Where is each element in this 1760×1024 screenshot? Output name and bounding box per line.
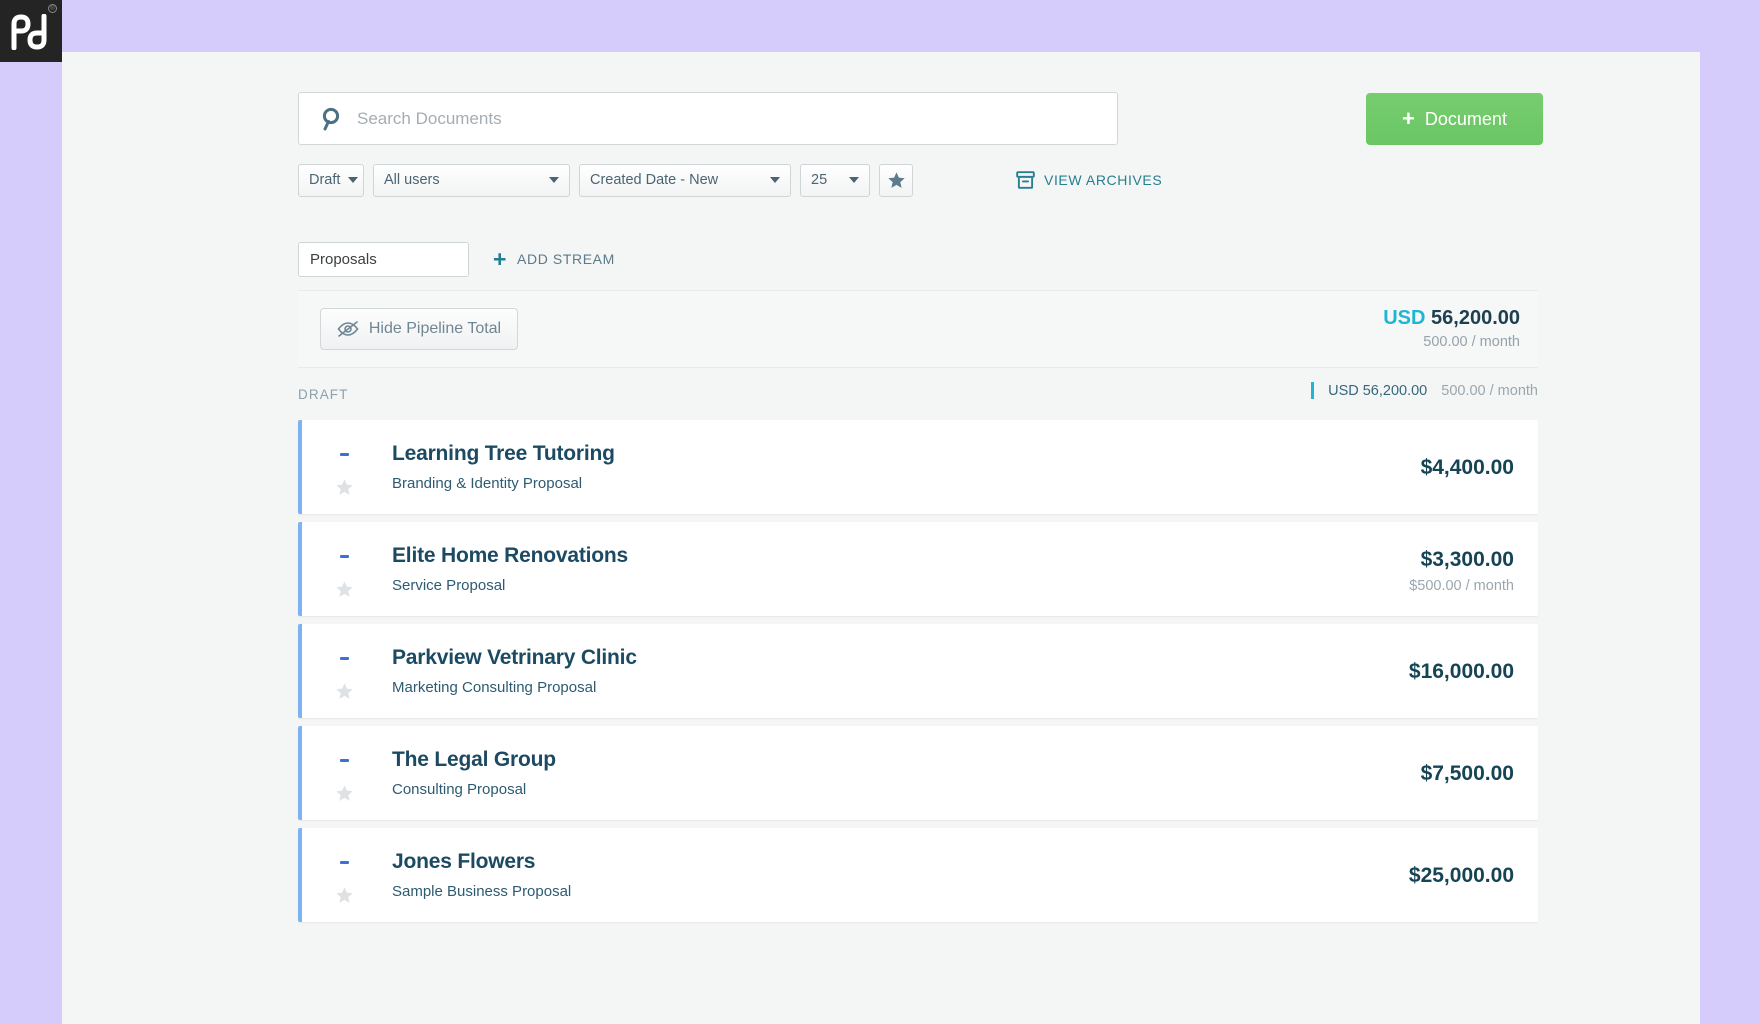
add-document-label: Document [1424, 108, 1507, 129]
main-canvas: + Document Draft All users Created Date … [62, 52, 1700, 1024]
hide-pipeline-total-label: Hide Pipeline Total [368, 320, 502, 337]
pipeline-total-amount: 56,200.00 [1431, 307, 1520, 329]
plus-icon: + [493, 245, 508, 272]
filter-row: Draft All users Created Date - New 25 VI… [298, 158, 1538, 202]
document-subtitle: Marketing Consulting Proposal [392, 679, 597, 696]
document-amount: $4,400.00 [1421, 456, 1514, 480]
section-header: DRAFT USD 56,200.00 500.00 / month [298, 368, 1538, 420]
document-price: $4,400.00 [1420, 456, 1514, 479]
content-column: + Document Draft All users Created Date … [298, 52, 1543, 934]
section-recurring: 500.00 / month [1441, 382, 1538, 399]
app-logo[interactable]: ® [0, 0, 62, 62]
document-title: Jones Flowers [392, 850, 536, 873]
section-totals: USD 56,200.00 500.00 / month [1311, 382, 1538, 399]
add-stream-label: ADD STREAM [517, 251, 615, 267]
document-amount: $25,000.00 [1409, 864, 1514, 888]
sort-value: Created Date - New [590, 172, 719, 188]
pipeline-panel: Hide Pipeline Total USD 56,200.00 500.00… [298, 290, 1538, 368]
sort-dropdown[interactable]: Created Date - New [579, 163, 791, 197]
document-info: Jones Flowers Sample Business Proposal [392, 850, 571, 900]
stream-name-input[interactable] [299, 242, 468, 276]
star-icon [887, 171, 905, 188]
favorite-star-icon[interactable] [335, 682, 354, 706]
document-row[interactable]: Parkview Vetrinary Clinic Marketing Consu… [298, 624, 1538, 718]
document-amount: $7,500.00 [1421, 762, 1514, 786]
document-title: Elite Home Renovations [392, 544, 628, 567]
status-indicator-icon [340, 453, 349, 456]
chevron-down-icon [770, 177, 780, 183]
pipeline-total: USD 56,200.00 500.00 / month [1383, 307, 1520, 350]
pipeline-recurring: 500.00 / month [1423, 334, 1520, 350]
add-document-button[interactable]: + Document [1366, 93, 1543, 145]
document-info: The Legal Group Consulting Proposal [392, 748, 556, 798]
eye-off-icon [337, 321, 359, 337]
app-root: ® + Document [0, 0, 1760, 1024]
search-box[interactable] [298, 92, 1118, 145]
page-size-value: 25 [811, 172, 828, 188]
favorites-filter-button[interactable] [879, 163, 913, 197]
page-size-dropdown[interactable]: 25 [800, 163, 870, 197]
document-recurring: $500.00 / month [1409, 578, 1514, 594]
stream-field[interactable] [298, 241, 469, 277]
document-row[interactable]: Jones Flowers Sample Business Proposal $25… [298, 828, 1538, 922]
document-subtitle: Consulting Proposal [392, 781, 527, 798]
registered-mark: ® [48, 4, 57, 13]
status-indicator-icon [340, 861, 349, 864]
section-title: DRAFT [298, 386, 349, 402]
users-filter-dropdown[interactable]: All users [373, 163, 570, 197]
document-row[interactable]: Learning Tree Tutoring Branding & Identit… [298, 420, 1538, 514]
status-indicator-icon [340, 555, 349, 558]
document-title: Learning Tree Tutoring [392, 442, 615, 465]
document-row[interactable]: The Legal Group Consulting Proposal $7,500… [298, 726, 1538, 820]
document-title: Parkview Vetrinary Clinic [392, 646, 637, 669]
document-amount: $3,300.00 $500.00 / month [1409, 548, 1514, 594]
view-archives-label: VIEW ARCHIVES [1044, 172, 1163, 188]
archive-box-icon [1016, 171, 1035, 189]
plus-icon: + [1402, 106, 1415, 131]
search-icon [321, 107, 345, 137]
status-filter-dropdown[interactable]: Draft [298, 163, 364, 197]
chevron-down-icon [348, 177, 359, 183]
section-accent-bar [1311, 382, 1315, 399]
status-filter-value: Draft [309, 172, 341, 188]
stream-row: + ADD STREAM [298, 228, 1538, 290]
document-price: $25,000.00 [1408, 864, 1514, 887]
status-indicator-icon [340, 759, 349, 762]
search-row: + Document [298, 52, 1543, 152]
chevron-down-icon [849, 177, 859, 183]
document-price: $7,500.00 [1420, 762, 1514, 785]
favorite-star-icon[interactable] [335, 580, 354, 604]
document-info: Elite Home Renovations Service Proposal [392, 544, 628, 594]
document-title: The Legal Group [392, 748, 556, 771]
users-filter-value: All users [384, 172, 440, 188]
document-list: Learning Tree Tutoring Branding & Identit… [298, 420, 1538, 934]
favorite-star-icon[interactable] [335, 886, 354, 910]
document-price: $16,000.00 [1408, 660, 1514, 683]
status-indicator-icon [340, 657, 349, 660]
document-info: Learning Tree Tutoring Branding & Identit… [392, 442, 615, 492]
document-amount: $16,000.00 [1409, 660, 1514, 684]
document-price: $3,300.00 [1420, 548, 1514, 571]
pipeline-currency: USD [1383, 307, 1426, 329]
chevron-down-icon [549, 177, 559, 183]
document-row[interactable]: Elite Home Renovations Service Proposal $3… [298, 522, 1538, 616]
document-subtitle: Service Proposal [392, 577, 506, 594]
view-archives-link[interactable]: VIEW ARCHIVES [1016, 171, 1162, 189]
search-input[interactable] [357, 93, 1097, 144]
favorite-star-icon[interactable] [335, 478, 354, 502]
document-subtitle: Sample Business Proposal [392, 883, 572, 900]
favorite-star-icon[interactable] [335, 784, 354, 808]
left-rail: ® [0, 0, 62, 1024]
hide-pipeline-total-button[interactable]: Hide Pipeline Total [320, 308, 518, 350]
document-subtitle: Branding & Identity Proposal [392, 475, 583, 492]
pandadoc-logo-icon [11, 14, 47, 50]
add-stream-button[interactable]: + ADD STREAM [493, 245, 615, 272]
document-info: Parkview Vetrinary Clinic Marketing Consu… [392, 646, 637, 696]
section-total-amount: USD 56,200.00 [1328, 382, 1428, 399]
